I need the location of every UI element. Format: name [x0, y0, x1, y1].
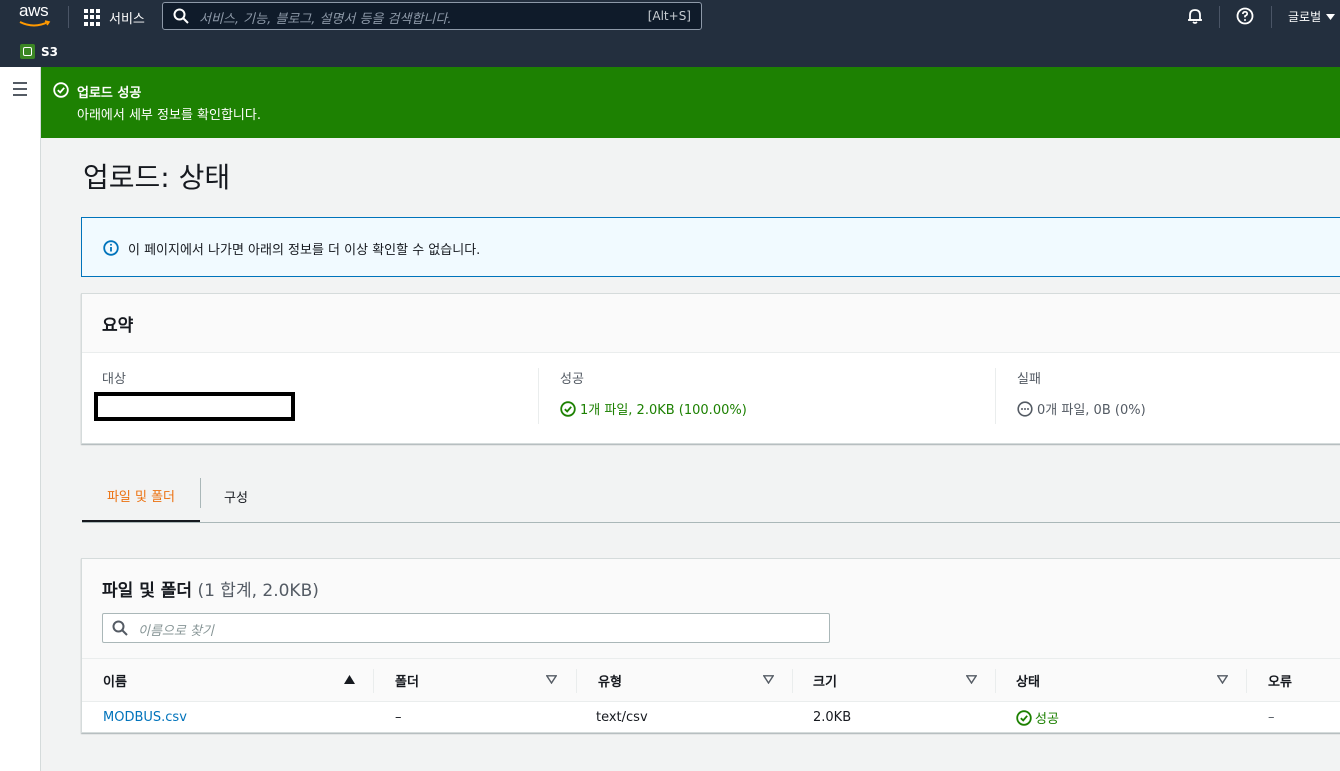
summary-title: 요약: [102, 316, 134, 336]
caret-down-icon: [1326, 13, 1336, 20]
table-row: MODBUS.csv – text/csv 2.0KB 성공 –: [82, 702, 1340, 734]
services-label: 서비스: [109, 12, 145, 27]
column-divider[interactable]: [792, 669, 793, 693]
files-table-header: 파일 및 폴더 (1 합계, 2.0KB) 이름으로 찾기: [82, 559, 1340, 659]
nav-divider: [1271, 6, 1272, 28]
grid-icon: [84, 9, 101, 26]
side-navigation-rail: [0, 67, 41, 771]
file-status-text: 성공: [1035, 712, 1059, 727]
sort-icon[interactable]: [1217, 675, 1228, 684]
aws-logo[interactable]: aws: [17, 1, 53, 30]
check-circle-icon: [560, 400, 576, 417]
region-label: 글로벌: [1288, 10, 1322, 24]
tab-configuration[interactable]: 구성: [200, 470, 272, 522]
column-divider[interactable]: [373, 669, 374, 693]
file-name-link[interactable]: MODBUS.csv: [103, 710, 187, 725]
destination-value-redacted: [94, 392, 295, 421]
service-shortcut-s3[interactable]: S3: [20, 44, 58, 59]
sort-icon[interactable]: [546, 675, 557, 684]
sort-icon[interactable]: [966, 675, 977, 684]
destination-label: 대상: [102, 372, 126, 387]
flash-message: 아래에서 세부 정보를 확인합니다.: [77, 108, 261, 123]
file-type: text/csv: [596, 710, 648, 725]
file-error: –: [1268, 710, 1275, 725]
global-search-input[interactable]: 서비스, 기능, 블로그, 설명서 등을 검색합니다. [Alt+S]: [162, 2, 702, 30]
find-by-name-placeholder: 이름으로 찾기: [138, 624, 214, 639]
search-shortcut: [Alt+S]: [647, 9, 691, 23]
files-title: 파일 및 폴더 (1 합계, 2.0KB): [102, 576, 319, 601]
search-placeholder: 서비스, 기능, 블로그, 설명서 등을 검색합니다.: [199, 12, 452, 27]
file-folder: –: [395, 710, 402, 725]
service-name: S3: [41, 44, 58, 59]
info-message: 이 페이지에서 나가면 아래의 정보를 더 이상 확인할 수 없습니다.: [128, 243, 481, 258]
success-label: 성공: [560, 372, 584, 387]
file-status: 성공: [1016, 708, 1059, 727]
sort-icon[interactable]: [763, 675, 774, 684]
s3-icon: [20, 44, 35, 59]
service-bar: S3: [0, 34, 1340, 67]
search-icon: [112, 620, 128, 636]
files-table-container: 파일 및 폴더 (1 합계, 2.0KB) 이름으로 찾기 이름 폴더 유형 크…: [81, 558, 1340, 733]
search-icon: [173, 8, 189, 24]
aws-smile-icon: [19, 20, 51, 27]
files-title-text: 파일 및 폴더: [102, 581, 193, 601]
top-navigation: aws 서비스 서비스, 기능, 블로그, 설명서 등을 검색합니다. [Alt…: [0, 0, 1340, 34]
success-value: 1개 파일, 2.0KB (100.00%): [560, 399, 995, 418]
failed-value-text: 0개 파일, 0B (0%): [1037, 403, 1146, 418]
check-circle-icon: [53, 82, 69, 98]
info-alert: 이 페이지에서 나가면 아래의 정보를 더 이상 확인할 수 없습니다.: [81, 217, 1340, 277]
column-header-size[interactable]: 크기: [813, 671, 837, 690]
column-divider[interactable]: [995, 669, 996, 693]
column-header-folder[interactable]: 폴더: [395, 671, 419, 690]
file-size: 2.0KB: [813, 710, 852, 725]
table-header-row: 이름 폴더 유형 크기 상태 오류: [82, 659, 1340, 702]
summary-success: 성공 1개 파일, 2.0KB (100.00%): [538, 368, 995, 424]
info-icon: [103, 240, 119, 256]
files-count: (1 합계, 2.0KB): [197, 581, 319, 601]
ellipsis-circle-icon: [1017, 400, 1033, 417]
region-selector[interactable]: 글로벌: [1288, 8, 1336, 25]
tab-files-and-folders[interactable]: 파일 및 폴더: [82, 470, 200, 522]
summary-header: 요약: [82, 294, 1340, 353]
column-header-status[interactable]: 상태: [1016, 671, 1040, 690]
nav-divider: [68, 6, 69, 28]
sort-ascending-icon[interactable]: [344, 675, 355, 684]
page-title: 업로드: 상태: [83, 161, 231, 194]
column-divider[interactable]: [1246, 669, 1247, 693]
help-icon[interactable]: [1236, 7, 1254, 25]
column-header-error[interactable]: 오류: [1268, 671, 1292, 690]
failed-value: 0개 파일, 0B (0%): [1017, 399, 1340, 418]
check-circle-icon: [1016, 709, 1032, 726]
column-header-name[interactable]: 이름: [103, 671, 127, 690]
tab-list: 파일 및 폴더 구성: [82, 470, 1340, 523]
summary-container: 요약 대상 성공 1개 파일, 2.0KB (100.00%) 실패 0개 파일…: [81, 293, 1340, 444]
find-by-name-input[interactable]: 이름으로 찾기: [102, 613, 830, 643]
nav-divider: [1219, 6, 1220, 28]
success-flashbar: 업로드 성공 아래에서 세부 정보를 확인합니다.: [41, 67, 1340, 138]
failed-label: 실패: [1017, 372, 1041, 387]
aws-logo-text: aws: [19, 1, 49, 20]
column-header-type[interactable]: 유형: [598, 671, 622, 690]
services-menu-button[interactable]: 서비스: [84, 8, 145, 27]
summary-failed: 실패 0개 파일, 0B (0%): [995, 368, 1340, 424]
success-value-text: 1개 파일, 2.0KB (100.00%): [580, 403, 747, 418]
column-divider[interactable]: [576, 669, 577, 693]
bell-icon[interactable]: [1186, 7, 1204, 25]
menu-icon[interactable]: [13, 82, 27, 100]
flash-title: 업로드 성공: [77, 86, 142, 101]
